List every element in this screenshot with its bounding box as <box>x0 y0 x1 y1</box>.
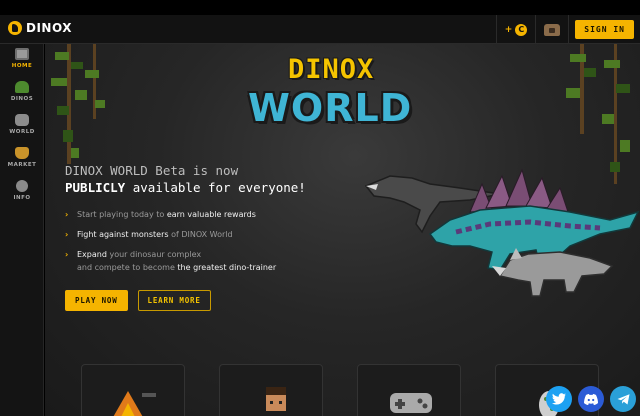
coin-plus: + <box>504 24 513 35</box>
feature-highlight: the greatest dino-trainer <box>177 263 277 272</box>
sidebar-item-label: DINOS <box>10 96 34 102</box>
feature-text: and compete to become <box>77 263 178 272</box>
headline-line1: DINOX WORLD Beta is now <box>65 163 239 178</box>
sidebar-item-label: INFO <box>13 195 31 201</box>
avatar-icon <box>266 387 286 411</box>
telegram-icon[interactable] <box>610 386 636 412</box>
feature-card[interactable] <box>219 364 323 416</box>
top-strip <box>0 0 640 15</box>
dinosaurs-illustration <box>364 168 640 297</box>
coin-icon: C <box>515 23 528 36</box>
feature-highlight: earn valuable rewards <box>166 210 256 219</box>
twitter-icon[interactable] <box>546 386 572 412</box>
feature-item: › Start playing today to earn valuable r… <box>65 208 365 221</box>
feature-card[interactable] <box>357 364 461 416</box>
dinox-logo-icon <box>8 21 22 35</box>
discord-icon[interactable] <box>578 386 604 412</box>
social-links <box>546 386 636 412</box>
gamepad-icon <box>390 393 432 413</box>
dinox-logo[interactable]: DINOX <box>8 21 72 35</box>
sidebar-item-label: HOME <box>11 63 33 69</box>
feature-text: Start playing today to <box>77 210 167 219</box>
home-icon <box>15 48 29 60</box>
feature-text: your dinosaur complex <box>106 250 202 259</box>
learn-more-button[interactable]: LEARN MORE <box>137 290 211 311</box>
feature-highlight: Fight against monsters <box>77 230 169 239</box>
main-content: DINOX WORLD DINOX WORLD Beta is now PUBL… <box>45 44 640 416</box>
sidebar-item-info[interactable]: INFO <box>0 180 44 201</box>
sign-in-button[interactable]: SIGN IN <box>575 20 634 39</box>
arrow-right-icon: › <box>65 230 69 239</box>
info-icon <box>16 180 28 192</box>
top-header: DINOX + C SIGN IN <box>0 15 640 44</box>
dig-site-icon <box>113 391 156 416</box>
headline-rest: available for everyone! <box>125 180 306 195</box>
sidebar: HOME DINOS WORLD MARKET INFO <box>0 44 44 416</box>
telephone-icon <box>544 23 561 36</box>
logo-dinox-word: DINOX <box>288 54 375 85</box>
sidebar-item-label: MARKET <box>7 162 37 168</box>
market-icon <box>15 147 29 159</box>
dino-icon <box>15 81 29 93</box>
gamepad-icon <box>15 114 29 126</box>
arrow-right-icon: › <box>65 250 69 259</box>
coin-balance[interactable]: + C <box>495 15 536 44</box>
play-now-button[interactable]: PLAY NOW <box>65 290 128 311</box>
feature-card[interactable] <box>81 364 185 416</box>
phone-button[interactable] <box>535 15 568 44</box>
cta-row: PLAY NOW LEARN MORE <box>65 290 211 311</box>
logo-text: DINOX <box>26 21 72 35</box>
feature-highlight: Expand <box>77 250 107 259</box>
feature-item: › Fight against monsters of DINOX World <box>65 228 365 241</box>
arrow-right-icon: › <box>65 210 69 219</box>
headline-emphasis: PUBLICLY <box>65 180 126 195</box>
sidebar-item-world[interactable]: WORLD <box>0 114 44 135</box>
feature-list: › Start playing today to earn valuable r… <box>65 208 365 281</box>
feature-text: of DINOX World <box>168 230 233 239</box>
sidebar-item-label: WORLD <box>9 129 35 135</box>
feature-item: › Expand your dinosaur complex and compe… <box>65 248 365 274</box>
dinox-world-logo: DINOX WORLD <box>248 50 438 140</box>
sidebar-item-dinos[interactable]: DINOS <box>0 81 44 102</box>
sidebar-item-home[interactable]: HOME <box>0 48 44 69</box>
sidebar-item-market[interactable]: MARKET <box>0 147 44 168</box>
headline-line2: PUBLICLY available for everyone! <box>65 180 306 195</box>
logo-world-word: WORLD <box>248 86 413 130</box>
